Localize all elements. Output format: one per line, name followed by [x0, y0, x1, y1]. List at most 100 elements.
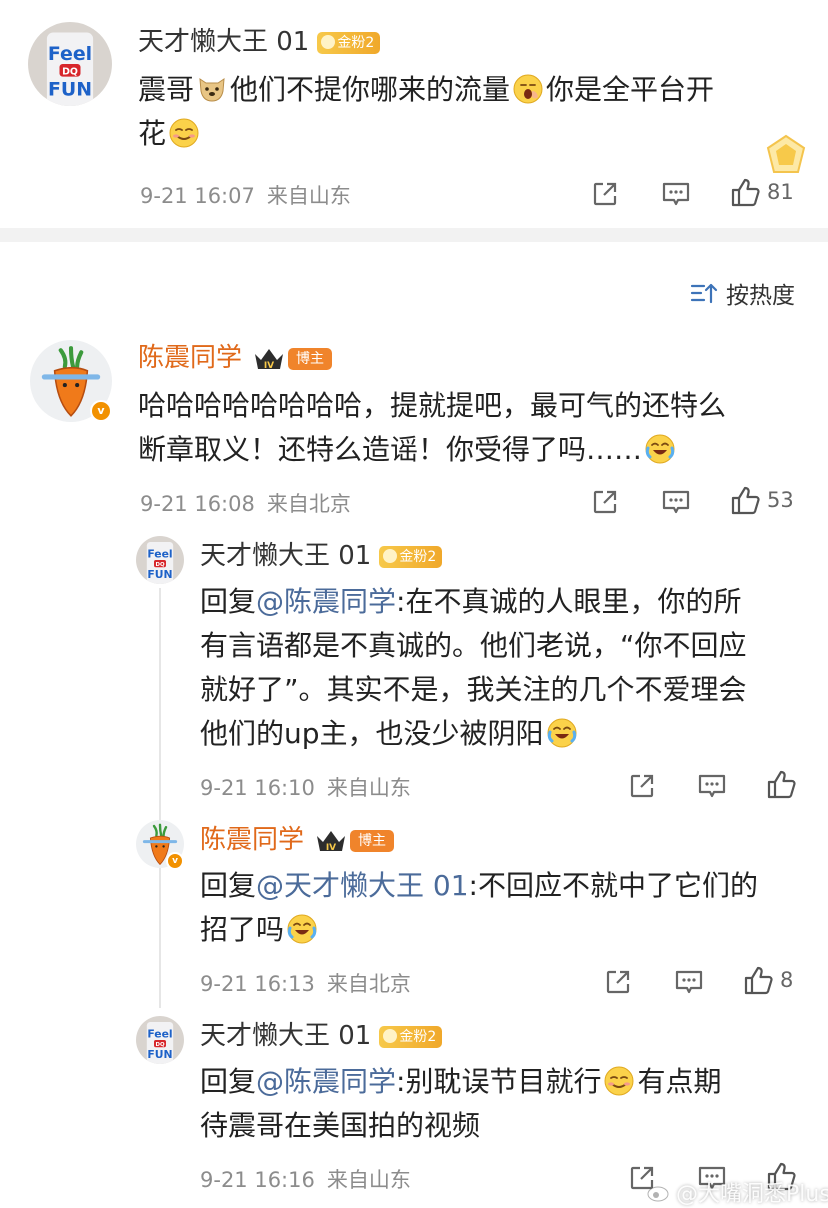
- comment-meta: 9-21 16:08 来自北京: [140, 488, 351, 518]
- comment-text-part: 震哥: [138, 73, 195, 106]
- avatar[interactable]: [28, 22, 112, 106]
- smile-emoji-icon: [603, 1065, 635, 1097]
- dq-avatar-icon: [136, 536, 184, 584]
- comment-icon[interactable]: [697, 772, 727, 800]
- share-icon[interactable]: [591, 180, 619, 208]
- reply-date: 9-21 16:16: [200, 1168, 315, 1192]
- username-row: 天才懒大王 01 金粉2: [200, 1020, 443, 1052]
- username-row: 天才懒大王 01 金粉2: [138, 26, 381, 58]
- coin-icon: [383, 548, 398, 563]
- comment-text-part: 哈哈哈哈哈哈哈哈，提就提吧，最可气的还特么: [138, 389, 727, 422]
- fan-badge[interactable]: 金粉2: [379, 1025, 443, 1048]
- smile-emoji-icon: [168, 117, 200, 149]
- like-icon: [765, 768, 797, 800]
- comment-icon[interactable]: [661, 488, 691, 516]
- verified-badge-icon: v: [166, 852, 184, 870]
- laugh-cry-emoji-icon: [546, 717, 578, 749]
- watermark: @大嘴洞悉Plus: [646, 1176, 828, 1208]
- fan-badge-label: 金粉2: [399, 1028, 437, 1045]
- fan-badge-label: 金粉2: [337, 34, 375, 51]
- like-count: 53: [767, 488, 794, 512]
- username-row: 天才懒大王 01 金粉2: [200, 540, 443, 572]
- laugh-cry-emoji-icon: [644, 433, 676, 465]
- like-icon: [729, 176, 761, 208]
- like-button[interactable]: 81: [729, 176, 794, 208]
- coin-icon: [321, 34, 336, 49]
- crown-icon: IV: [317, 830, 346, 853]
- reply-text-part: 就好了”。其实不是，我关注的几个不爱理会: [200, 673, 747, 706]
- doge-emoji-icon: [196, 73, 228, 105]
- share-icon[interactable]: [591, 488, 619, 516]
- weibo-logo-icon: [647, 1183, 670, 1202]
- reply-text-part: :在不真诚的人眼里，你的所: [396, 585, 742, 618]
- reply-text-part: :不回应不就中了它们的: [468, 869, 758, 902]
- reply-location: 来自北京: [326, 972, 411, 996]
- like-button[interactable]: 53: [729, 484, 794, 516]
- username-row: 陈震同学 IV 博主: [138, 342, 333, 374]
- svg-text:IV: IV: [264, 361, 274, 371]
- reply-location: 来自山东: [326, 1168, 411, 1192]
- reply-meta: 9-21 16:13 来自北京: [200, 968, 411, 998]
- reply-prefix: 回复: [200, 869, 257, 902]
- username[interactable]: 天才懒大王 01: [200, 1021, 371, 1051]
- dq-avatar-icon: [28, 22, 112, 106]
- reply-prefix: 回复: [200, 585, 257, 618]
- blogger-badge: 博主: [350, 829, 395, 852]
- username[interactable]: 天才懒大王 01: [138, 27, 309, 57]
- comment-icon[interactable]: [674, 968, 704, 996]
- like-count: 8: [780, 968, 794, 992]
- mention-link[interactable]: @天才懒大王 01: [256, 869, 469, 902]
- watermark-text: @大嘴洞悉Plus: [676, 1182, 828, 1207]
- svg-text:IV: IV: [326, 843, 336, 853]
- reply-meta: 9-21 16:16 来自山东: [200, 1164, 411, 1194]
- comment-location: 来自北京: [266, 492, 351, 516]
- comment-text: 震哥 他们不提你哪来的流量 你是全平台开 花: [138, 68, 798, 156]
- mention-link[interactable]: @陈震同学: [256, 1065, 396, 1098]
- reply-date: 9-21 16:13: [200, 972, 315, 996]
- sort-icon: [690, 283, 718, 304]
- reply-date: 9-21 16:10: [200, 776, 315, 800]
- sort-button[interactable]: 按热度: [690, 276, 795, 310]
- avatar[interactable]: [136, 1016, 184, 1064]
- reply-text-part: 招了吗: [200, 913, 285, 946]
- like-icon: [742, 964, 774, 996]
- dq-avatar-icon: [136, 1016, 184, 1064]
- reply-location: 来自山东: [326, 776, 411, 800]
- comment-date: 9-21 16:07: [140, 184, 255, 208]
- comment-text-part: 花: [138, 117, 167, 150]
- like-button[interactable]: [765, 768, 803, 800]
- thread-line: [159, 588, 161, 1008]
- comment-text-part: 他们不提你哪来的流量: [230, 73, 511, 106]
- reply-text: 回复@天才懒大王 01:不回应不就中了它们的 招了吗: [200, 864, 810, 952]
- reply-text-part: 待震哥在美国拍的视频: [200, 1109, 481, 1142]
- fan-badge[interactable]: 金粉2: [317, 31, 381, 54]
- reply-text: 回复@陈震同学:别耽误节目就行 有点期 待震哥在美国拍的视频: [200, 1060, 810, 1148]
- like-button[interactable]: 8: [742, 964, 793, 996]
- avatar[interactable]: [136, 536, 184, 584]
- username[interactable]: 陈震同学: [138, 343, 242, 373]
- comment-icon[interactable]: [661, 180, 691, 208]
- crown-icon: IV: [255, 348, 284, 371]
- username[interactable]: 天才懒大王 01: [200, 541, 371, 571]
- blogger-badge: 博主: [288, 347, 333, 370]
- reply-text-part: 他们的up主，也没少被阴阳: [200, 717, 544, 750]
- like-count: 81: [767, 180, 794, 204]
- comment-text: 哈哈哈哈哈哈哈哈，提就提吧，最可气的还特么 断章取义！还特么造谣！你受得了吗……: [138, 384, 808, 472]
- mention-link[interactable]: @陈震同学: [256, 585, 396, 618]
- comment-text-part: 你是全平台开: [546, 73, 715, 106]
- username[interactable]: 陈震同学: [200, 825, 304, 855]
- gold-medal-icon: [762, 132, 810, 180]
- reply-text-part: 有言语都是不真诚的。他们老说，“你不回应: [200, 629, 747, 662]
- like-icon: [729, 484, 761, 516]
- coin-icon: [383, 1028, 398, 1043]
- reply-prefix: 回复: [200, 1065, 257, 1098]
- share-icon[interactable]: [628, 772, 656, 800]
- reply-meta: 9-21 16:10 来自山东: [200, 772, 411, 802]
- comment-location: 来自山东: [266, 184, 351, 208]
- verified-badge-icon: v: [90, 400, 112, 422]
- laugh-cry-emoji-icon: [286, 913, 318, 945]
- fan-badge[interactable]: 金粉2: [379, 545, 443, 568]
- share-icon[interactable]: [604, 968, 632, 996]
- comment-meta: 9-21 16:07 来自山东: [140, 180, 351, 210]
- section-divider: [0, 228, 828, 242]
